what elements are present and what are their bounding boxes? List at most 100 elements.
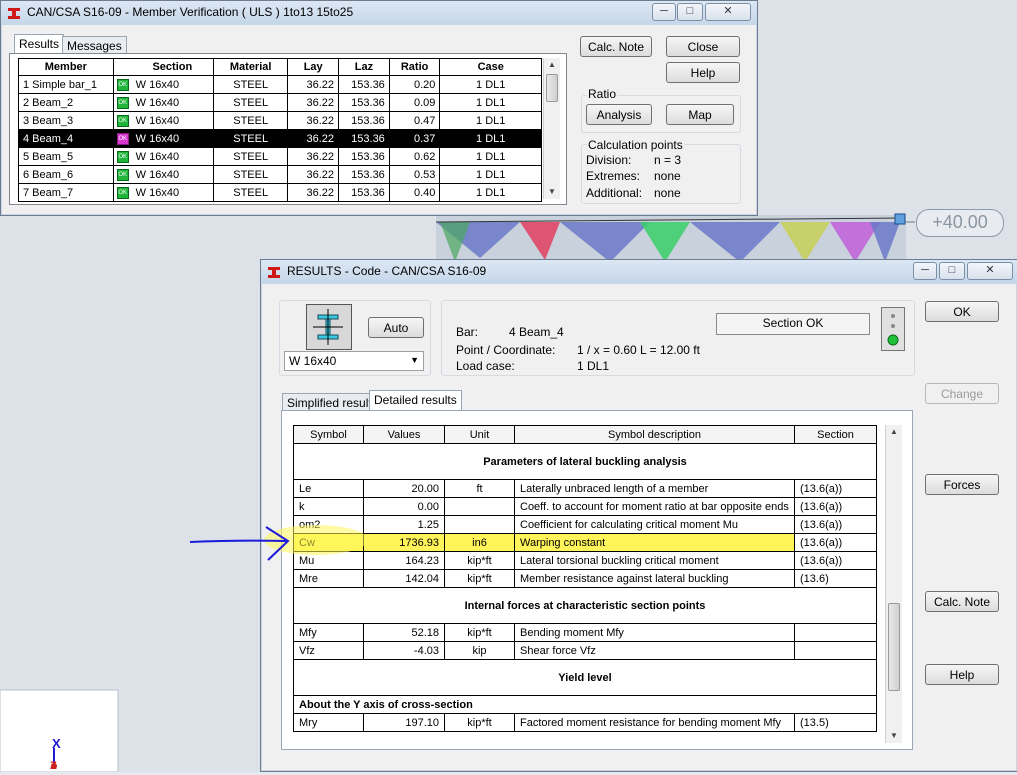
ok-status-icon: OK [116,114,129,127]
case: 1 DL1 [439,183,542,202]
detailed-results-table: Symbol Values Unit Symbol description Se… [293,425,877,732]
load-case-label: Load case: [456,359,515,373]
col-section[interactable]: Section [131,58,214,76]
analysis-button[interactable]: Analysis [586,104,652,125]
division-value: n = 3 [654,153,682,167]
result-row[interactable]: Mre 142.04 kip*ft Member resistance against… [293,569,877,588]
col-laz[interactable]: Laz [338,58,390,76]
laz: 153.36 [338,165,390,184]
ratio: 0.62 [388,147,441,166]
close-window-button[interactable]: ✕ [705,3,751,21]
section: W 16x40 [131,93,214,112]
tab-detailed-results[interactable]: Detailed results [369,390,462,410]
result-row[interactable]: Cw1736.93in6Warping constant(13.6(a)) [293,533,877,552]
result-row[interactable]: k 0.00 Coeff. to account for moment ratio … [293,497,877,516]
result-row[interactable]: Le 20.00 ft Laterally unbraced length of a … [293,479,877,498]
member-row[interactable]: 2 Beam_2 OK W 16x40 STEEL 36.22 153.36 0.09 1 D… [18,93,542,112]
col-unit[interactable]: Unit [444,425,515,444]
close-button[interactable]: Close [666,36,740,57]
map-button[interactable]: Map [666,104,734,125]
ok-status-icon: OK [116,168,129,181]
minimize-button[interactable]: ─ [913,262,937,280]
window-title: CAN/CSA S16-09 - Member Verification ( U… [27,5,354,19]
col-case[interactable]: Case [439,58,542,76]
result-row[interactable]: Mry 197.10 kip*ft Factored moment resistanc… [293,713,877,732]
result-row[interactable]: om2 1.25 Coefficient for calculating criti… [293,515,877,534]
lay: 36.22 [287,111,340,130]
help-button[interactable]: Help [925,664,999,685]
scroll-down-arrow-icon[interactable]: ▼ [886,729,902,743]
result-unit: kip [444,641,515,660]
forces-button[interactable]: Forces [925,474,999,495]
section-header: Internal forces at characteristic sectio… [293,587,877,624]
minimize-button[interactable]: ─ [652,3,676,21]
member-row[interactable]: 7 Beam_7 OK W 16x40 STEEL 36.22 153.36 0.40 1 D… [18,183,542,202]
col-member[interactable]: Member [18,58,114,76]
col-values[interactable]: Values [363,425,445,444]
result-section: (13.6(a)) [794,515,877,534]
additional-label: Additional: [586,186,643,200]
results-scrollbar[interactable]: ▲ ▼ [885,425,902,743]
close-window-button[interactable]: ✕ [967,262,1013,280]
calc-note-button[interactable]: Calc. Note [925,591,999,612]
maximize-button[interactable]: □ [677,3,703,21]
tab-results[interactable]: Results [14,34,65,54]
results-titlebar[interactable]: RESULTS - Code - CAN/CSA S16-09 ─ □ ✕ [261,260,1017,284]
section-header-row: Yield level [293,659,877,696]
member-row[interactable]: 1 Simple bar_1 OK W 16x40 STEEL 36.22 153.36 0… [18,75,542,94]
col-lay[interactable]: Lay [287,58,340,76]
ratio: 0.40 [388,183,441,202]
member-row[interactable]: 6 Beam_6 OK W 16x40 STEEL 36.22 153.36 0.53 1 D… [18,165,542,184]
result-unit: kip*ft [444,623,515,642]
col-section[interactable]: Section [794,425,877,444]
section-status: Section OK [716,313,870,335]
member-name: 7 Beam_7 [18,183,114,202]
scroll-thumb[interactable] [888,603,900,691]
maximize-button[interactable]: □ [939,262,965,280]
col-ratio[interactable]: Ratio [388,58,441,76]
ok-button[interactable]: OK [925,301,999,322]
member-row[interactable]: 5 Beam_5 OK W 16x40 STEEL 36.22 153.36 0.62 1 D… [18,147,542,166]
result-symbol: Mre [293,569,364,588]
tab-messages[interactable]: Messages [62,36,127,54]
tab-simplified-results[interactable]: Simplified results [282,393,383,411]
section: W 16x40 [131,183,214,202]
member-name: 3 Beam_3 [18,111,114,130]
section-select[interactable]: W 16x40 ▼ [284,351,424,371]
laz: 153.36 [338,129,390,148]
member-row[interactable]: 4 Beam_4 OK W 16x40 STEEL 36.22 153.36 0.37 1 D… [18,129,542,148]
result-row[interactable]: Mfy 52.18 kip*ft Bending moment Mfy [293,623,877,642]
lay: 36.22 [287,165,340,184]
status-light-icon [881,307,905,351]
result-symbol: Le [293,479,364,498]
division-label: Division: [586,153,632,167]
col-symbol[interactable]: Symbol [293,425,364,444]
result-desc: Lateral torsional buckling critical mome… [514,551,795,570]
result-desc: Shear force Vfz [514,641,795,660]
ok-status-icon: OK [116,96,129,109]
laz: 153.36 [338,93,390,112]
auto-button[interactable]: Auto [368,317,424,338]
axis-gizmo-icon: X Z [46,736,76,772]
col-symbol-description[interactable]: Symbol description [514,425,795,444]
section-header: Yield level [293,659,877,696]
result-unit: ft [444,479,515,498]
col-material[interactable]: Material [212,58,289,76]
section: W 16x40 [131,111,214,130]
help-button[interactable]: Help [666,62,740,83]
result-row[interactable]: Mu 164.23 kip*ft Lateral torsional buckling… [293,551,877,570]
i-beam-section-icon[interactable] [306,304,352,350]
scroll-up-arrow-icon[interactable]: ▲ [886,425,902,439]
material: STEEL [212,111,289,130]
calc-note-button[interactable]: Calc. Note [580,36,652,57]
titlebar[interactable]: CAN/CSA S16-09 - Member Verification ( U… [1,1,757,25]
member-verification-window: CAN/CSA S16-09 - Member Verification ( U… [0,0,758,216]
member-table-scrollbar[interactable]: ▲ ▼ [543,58,560,199]
result-row[interactable]: Vfz -4.03 kip Shear force Vfz [293,641,877,660]
scroll-thumb[interactable] [546,74,558,102]
member-name: 5 Beam_5 [18,147,114,166]
scroll-up-arrow-icon[interactable]: ▲ [544,58,560,72]
member-row[interactable]: 3 Beam_3 OK W 16x40 STEEL 36.22 153.36 0.47 1 D… [18,111,542,130]
lay: 36.22 [287,93,340,112]
scroll-down-arrow-icon[interactable]: ▼ [544,185,560,199]
